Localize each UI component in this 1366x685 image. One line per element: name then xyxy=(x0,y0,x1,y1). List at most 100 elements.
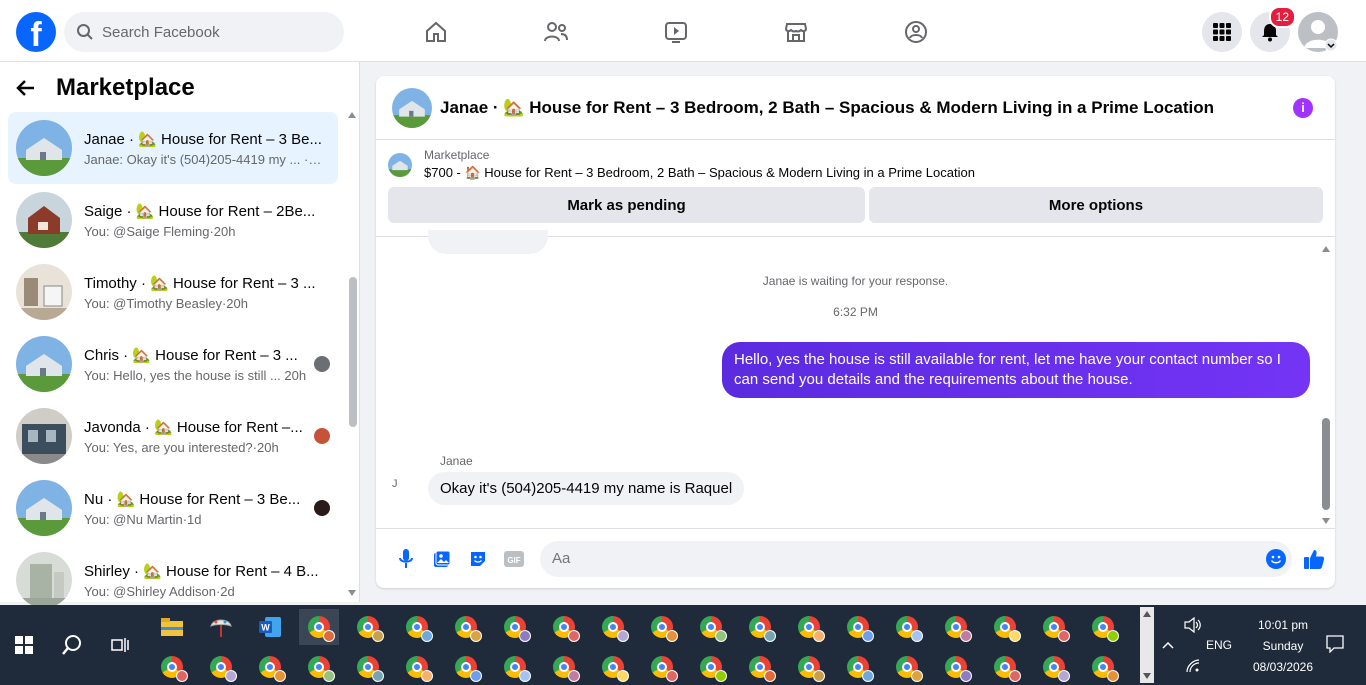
clock-day: Sunday xyxy=(1262,639,1304,653)
chrome-icon[interactable] xyxy=(397,649,437,685)
chrome-icon[interactable] xyxy=(152,649,192,685)
emoji-icon[interactable] xyxy=(1266,548,1286,569)
friends-icon[interactable] xyxy=(520,14,592,50)
chrome-icon[interactable] xyxy=(593,649,633,685)
chrome-icon[interactable] xyxy=(348,609,388,645)
chrome-icon[interactable] xyxy=(1083,609,1123,645)
chrome-icon[interactable] xyxy=(1034,609,1074,645)
conversation-title: Timothy · 🏡 House for Rent – 3 ... xyxy=(84,274,316,292)
chrome-icon[interactable] xyxy=(789,609,829,645)
search-icon[interactable] xyxy=(48,605,96,685)
task-view-icon[interactable] xyxy=(96,605,144,685)
search-input[interactable] xyxy=(102,23,322,41)
listing-thumbnail xyxy=(16,192,72,248)
microphone-icon[interactable] xyxy=(388,541,424,577)
chrome-icon[interactable] xyxy=(789,649,829,685)
chrome-icon[interactable] xyxy=(936,649,976,685)
chrome-icon[interactable] xyxy=(838,649,878,685)
facebook-logo[interactable]: f xyxy=(16,12,56,52)
home-icon[interactable] xyxy=(400,14,472,50)
network-icon[interactable] xyxy=(1186,659,1200,673)
chrome-icon[interactable] xyxy=(446,649,486,685)
conversation-item[interactable]: Nu · 🏡 House for Rent – 3 Be... You: @Nu … xyxy=(8,472,338,544)
conversation-preview: You: @Shirley Addison·2d xyxy=(84,583,235,599)
conversation-item[interactable]: Saige · 🏡 House for Rent – 2Be... You: @S… xyxy=(8,184,338,256)
windows-start-icon[interactable] xyxy=(0,605,48,685)
chrome-icon[interactable] xyxy=(299,649,339,685)
chrome-icon[interactable] xyxy=(1083,649,1123,685)
gif-icon[interactable]: GIF xyxy=(496,541,532,577)
chrome-icon[interactable] xyxy=(495,649,535,685)
file-explorer-icon[interactable] xyxy=(152,609,192,645)
chrome-icon[interactable] xyxy=(936,609,976,645)
sender-avatar[interactable]: J xyxy=(392,478,412,498)
incoming-message[interactable]: Okay it's (504)205-4419 my name is Raque… xyxy=(428,472,745,505)
taskbar-scroll[interactable] xyxy=(1140,607,1154,683)
chevron-up-icon[interactable] xyxy=(1162,641,1174,649)
chrome-icon[interactable] xyxy=(250,649,290,685)
marketplace-icon[interactable] xyxy=(760,14,832,50)
thumbs-up-icon[interactable] xyxy=(1296,541,1332,577)
conversation-item[interactable]: Timothy · 🏡 House for Rent – 3 ... You: @… xyxy=(8,256,338,328)
chat-scrollbar[interactable] xyxy=(1321,246,1331,526)
chrome-icon[interactable] xyxy=(201,649,241,685)
chrome-icon[interactable] xyxy=(887,649,927,685)
chrome-icon[interactable] xyxy=(838,609,878,645)
chrome-icon[interactable] xyxy=(397,609,437,645)
svg-text:GIF: GIF xyxy=(507,556,520,565)
windows-taskbar: W ENG 10:01 pm Sunday 08/03/2026 xyxy=(0,605,1366,685)
chrome-icon[interactable] xyxy=(642,609,682,645)
listing-price-title[interactable]: $700 - 🏠 House for Rent – 3 Bedroom, 2 B… xyxy=(424,165,975,181)
message-thread: Janae is waiting for your response. 6:32… xyxy=(376,230,1335,528)
volume-icon[interactable] xyxy=(1184,617,1202,633)
marketplace-label: Marketplace xyxy=(424,148,490,162)
chrome-icon[interactable] xyxy=(446,609,486,645)
outgoing-message[interactable]: Hello, yes the house is still available … xyxy=(722,342,1310,398)
paint-icon[interactable] xyxy=(201,609,241,645)
photo-icon[interactable] xyxy=(424,541,460,577)
menu-grid-icon[interactable] xyxy=(1202,12,1242,52)
message-input-box[interactable] xyxy=(540,540,1292,577)
notification-count-badge: 12 xyxy=(1268,6,1296,28)
conversation-item[interactable]: Janae · 🏡 House for Rent – 3 Be... Janae:… xyxy=(8,112,338,184)
chrome-icon[interactable] xyxy=(985,609,1025,645)
chrome-icon[interactable] xyxy=(740,649,780,685)
conversation-item[interactable]: Javonda · 🏡 House for Rent –... You: Yes,… xyxy=(8,400,338,472)
notification-center-icon[interactable] xyxy=(1326,635,1344,653)
mark-as-pending-button[interactable]: Mark as pending xyxy=(388,187,865,223)
chrome-icon[interactable] xyxy=(299,609,339,645)
chrome-icon[interactable] xyxy=(740,609,780,645)
video-icon[interactable] xyxy=(640,14,712,50)
message-input[interactable] xyxy=(552,550,1242,567)
chrome-icon[interactable] xyxy=(985,649,1025,685)
sidebar-scrollbar[interactable] xyxy=(347,112,357,596)
chrome-icon[interactable] xyxy=(691,609,731,645)
conversation-title: Saige · 🏡 House for Rent – 2Be... xyxy=(84,202,316,220)
info-icon[interactable]: i xyxy=(1293,98,1313,118)
word-icon[interactable]: W xyxy=(250,609,290,645)
system-tray: ENG 10:01 pm Sunday 08/03/2026 xyxy=(1160,605,1366,685)
chrome-icon[interactable] xyxy=(544,609,584,645)
chrome-icon[interactable] xyxy=(544,649,584,685)
search-box[interactable] xyxy=(64,12,344,52)
language-indicator[interactable]: ENG xyxy=(1206,638,1232,652)
more-options-button[interactable]: More options xyxy=(869,187,1323,223)
groups-icon[interactable] xyxy=(880,14,952,50)
notifications-button[interactable]: 12 xyxy=(1250,6,1296,52)
sticker-icon[interactable] xyxy=(460,541,496,577)
listing-thumbnail xyxy=(16,264,72,320)
clock[interactable]: 10:01 pm Sunday 08/03/2026 xyxy=(1238,615,1328,678)
chrome-icon[interactable] xyxy=(495,609,535,645)
conversation-title: Javonda · 🏡 House for Rent –... xyxy=(84,418,303,436)
back-arrow-icon[interactable] xyxy=(16,78,36,98)
chrome-icon[interactable] xyxy=(691,649,731,685)
chrome-icon[interactable] xyxy=(642,649,682,685)
chrome-icon[interactable] xyxy=(593,609,633,645)
chat-title[interactable]: Janae · 🏡 House for Rent – 3 Bedroom, 2 … xyxy=(440,98,1214,118)
chrome-icon[interactable] xyxy=(887,609,927,645)
chrome-icon[interactable] xyxy=(348,649,388,685)
conversation-item[interactable]: Chris · 🏡 House for Rent – 3 ... You: Hel… xyxy=(8,328,338,400)
listing-thumbnail xyxy=(16,120,72,176)
account-avatar[interactable] xyxy=(1298,12,1338,52)
chrome-icon[interactable] xyxy=(1034,649,1074,685)
